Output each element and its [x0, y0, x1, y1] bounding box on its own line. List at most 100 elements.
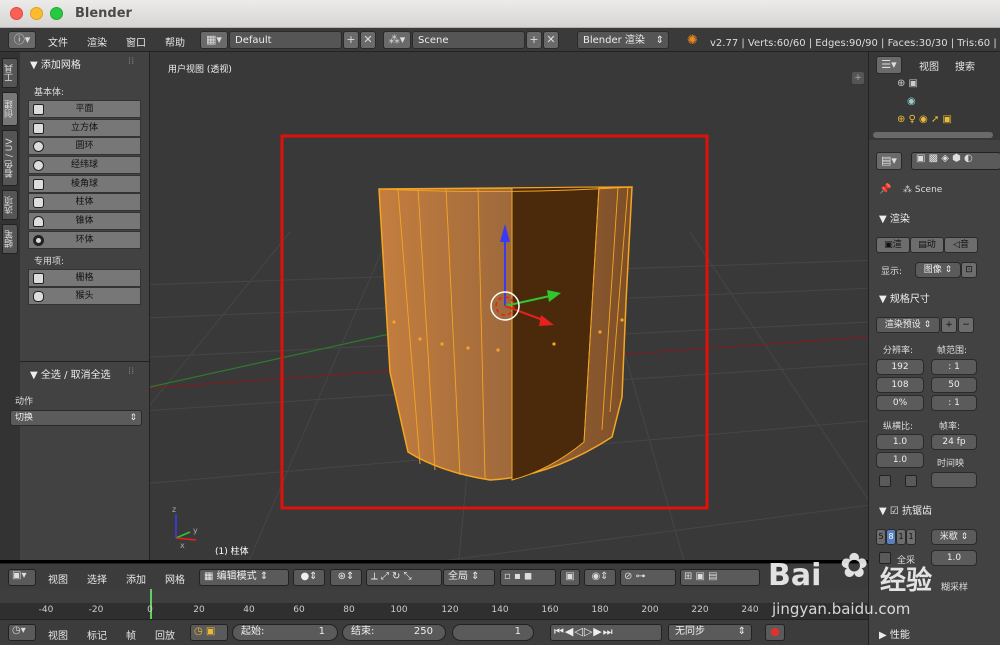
- menu-window[interactable]: 窗口: [126, 34, 146, 49]
- render-preview-buttons[interactable]: ⊞ ▣ ▤: [680, 569, 760, 586]
- orientation-select[interactable]: 全局 ⇕: [443, 569, 495, 586]
- antialiasing-checkbox[interactable]: ☑: [890, 506, 899, 517]
- antialiasing-panel-header[interactable]: ▼ ☑ 抗锯齿: [879, 502, 932, 517]
- lamp-icon[interactable]: ⊕ ♀ ◉ ➚ ▣: [897, 114, 952, 125]
- menu-render[interactable]: 渲染: [87, 34, 107, 49]
- properties-editor-type-button[interactable]: ▤▾: [876, 152, 902, 170]
- fps-select[interactable]: 24 fp: [931, 434, 977, 450]
- resolution-percent-field[interactable]: 0%: [876, 395, 924, 411]
- pivot-select[interactable]: ⊛⇕: [330, 569, 362, 586]
- render-panel-header[interactable]: ▼ 渲染: [879, 210, 910, 225]
- manipulator-buttons[interactable]: ⟂ ⤢ ↻ ⤡: [366, 569, 442, 586]
- performance-panel-header[interactable]: ▶ 性能: [879, 626, 910, 641]
- timeline-menu-view[interactable]: 视图: [48, 627, 68, 642]
- outliner-tree-icon[interactable]: ⊕ ▣: [897, 78, 918, 89]
- crop-checkbox[interactable]: [905, 475, 917, 487]
- dimensions-panel-header[interactable]: ▼ 规格尺寸: [879, 290, 930, 305]
- frame-end-field[interactable]: 50: [931, 377, 977, 393]
- add-circle-button[interactable]: 圆环: [28, 137, 141, 155]
- 3d-editor-type-button[interactable]: ▣▾: [8, 569, 36, 586]
- timeline-menu-frame[interactable]: 帧: [126, 627, 136, 642]
- add-scene-button[interactable]: +: [526, 31, 542, 49]
- limit-selection-button[interactable]: ▣: [560, 569, 580, 586]
- add-cube-button[interactable]: 立方体: [28, 119, 141, 137]
- add-plane-button[interactable]: 平面: [28, 100, 141, 118]
- menu-help[interactable]: 帮助: [165, 34, 185, 49]
- add-torus-button[interactable]: 环体: [28, 231, 141, 249]
- add-cylinder-button[interactable]: 柱体: [28, 193, 141, 211]
- add-layout-button[interactable]: +: [343, 31, 359, 49]
- layout-selector-button[interactable]: ▦▾: [200, 31, 228, 49]
- maximize-window-button[interactable]: [50, 7, 63, 20]
- header-menu-add[interactable]: 添加: [126, 571, 146, 586]
- select-mode-buttons[interactable]: ▫ ▪ ◼: [500, 569, 556, 586]
- full-sample-checkbox[interactable]: [879, 552, 891, 564]
- frame-start-field[interactable]: : 1: [931, 359, 977, 375]
- render-engine-select[interactable]: Blender 渲染 ⇕: [577, 31, 669, 49]
- tab-create[interactable]: 创建: [2, 92, 18, 126]
- playback-controls[interactable]: ⏮◀◁▷▶⏭: [550, 624, 662, 641]
- menu-file[interactable]: 文件: [48, 34, 68, 49]
- layout-name-field[interactable]: Default: [229, 31, 342, 49]
- render-preset-select[interactable]: 渲染预设 ⇕: [876, 317, 940, 333]
- properties-toggle-plus-icon[interactable]: +: [852, 72, 864, 84]
- timeline[interactable]: -40 -20 0 20 40 60 80 100 120 140 160 18…: [0, 589, 868, 619]
- end-frame-field[interactable]: 结束: 250: [342, 624, 446, 641]
- filter-size-field[interactable]: 1.0: [931, 550, 977, 566]
- minimize-window-button[interactable]: [30, 7, 43, 20]
- add-mesh-panel-header[interactable]: ▼ 添加网格: [30, 56, 81, 71]
- time-remap-field[interactable]: [931, 472, 977, 488]
- header-menu-select[interactable]: 选择: [87, 571, 107, 586]
- drag-handle-icon[interactable]: ⁞⁞: [128, 56, 134, 67]
- display-select[interactable]: 图像 ⇕: [915, 262, 961, 278]
- aa-filter-select[interactable]: 米歇 ⇕: [931, 529, 977, 545]
- add-preset-button[interactable]: +: [941, 317, 957, 333]
- remove-scene-button[interactable]: ✕: [543, 31, 559, 49]
- pin-icon[interactable]: 📌: [879, 184, 891, 195]
- shading-select[interactable]: ●⇕: [293, 569, 325, 586]
- start-frame-field[interactable]: 起始: 1: [232, 624, 338, 641]
- 3d-viewport[interactable]: z y x 用户视图 (透视) (1) 柱体 +: [150, 52, 868, 560]
- action-select[interactable]: 切换 ⇕: [10, 410, 142, 426]
- editor-type-info-button[interactable]: ⓘ▾: [8, 31, 36, 49]
- aa-samples-16-button[interactable]: 1: [906, 529, 916, 545]
- sync-mode-select[interactable]: 无同步 ⇕: [668, 624, 752, 641]
- timeline-editor-type-button[interactable]: ◷▾: [8, 624, 36, 641]
- current-frame-field[interactable]: 1: [452, 624, 534, 641]
- select-all-panel-header[interactable]: ▼ 全选 / 取消全选: [30, 366, 111, 381]
- header-menu-view[interactable]: 视图: [48, 571, 68, 586]
- timeline-scrub-area[interactable]: [0, 589, 868, 603]
- resolution-x-field[interactable]: 192: [876, 359, 924, 375]
- proportional-edit-select[interactable]: ◉⇕: [584, 569, 616, 586]
- preview-range-buttons[interactable]: ◷ ▣: [190, 624, 228, 641]
- timeline-menu-playback[interactable]: 回放: [155, 627, 175, 642]
- world-icon[interactable]: ◉: [907, 96, 916, 107]
- close-window-button[interactable]: [10, 7, 23, 20]
- aa-samples-8-button[interactable]: 8: [886, 529, 896, 545]
- remove-layout-button[interactable]: ✕: [360, 31, 376, 49]
- outliner-scrollbar[interactable]: [873, 132, 993, 138]
- render-animation-button[interactable]: ▤动: [910, 237, 944, 253]
- render-audio-button[interactable]: ◁音: [944, 237, 978, 253]
- remove-preset-button[interactable]: −: [958, 317, 974, 333]
- snap-buttons[interactable]: ⊘ ⊶: [620, 569, 676, 586]
- add-uv-sphere-button[interactable]: 经纬球: [28, 156, 141, 174]
- timeline-menu-marker[interactable]: 标记: [87, 627, 107, 642]
- interaction-mode-select[interactable]: ▦ 编辑模式 ⇕: [199, 569, 289, 586]
- tab-shading-uv[interactable]: 着色 / UV: [2, 130, 18, 186]
- outliner-menu-view[interactable]: 视图: [919, 58, 939, 73]
- add-cone-button[interactable]: 锥体: [28, 212, 141, 230]
- add-ico-sphere-button[interactable]: 棱角球: [28, 175, 141, 193]
- outliner-menu-search[interactable]: 搜索: [955, 58, 975, 73]
- aa-samples-5-button[interactable]: 5: [876, 529, 886, 545]
- drag-handle-icon[interactable]: ⁞⁞: [128, 366, 134, 377]
- frame-step-field[interactable]: : 1: [931, 395, 977, 411]
- aspect-x-field[interactable]: 1.0: [876, 434, 924, 450]
- render-image-button[interactable]: ▣渲: [876, 237, 910, 253]
- aspect-y-field[interactable]: 1.0: [876, 452, 924, 468]
- add-monkey-button[interactable]: 猴头: [28, 287, 141, 305]
- aa-samples-11-button[interactable]: 1: [896, 529, 906, 545]
- record-button[interactable]: ●: [765, 624, 785, 641]
- resolution-y-field[interactable]: 108: [876, 377, 924, 393]
- lock-interface-button[interactable]: ⊡: [961, 262, 977, 278]
